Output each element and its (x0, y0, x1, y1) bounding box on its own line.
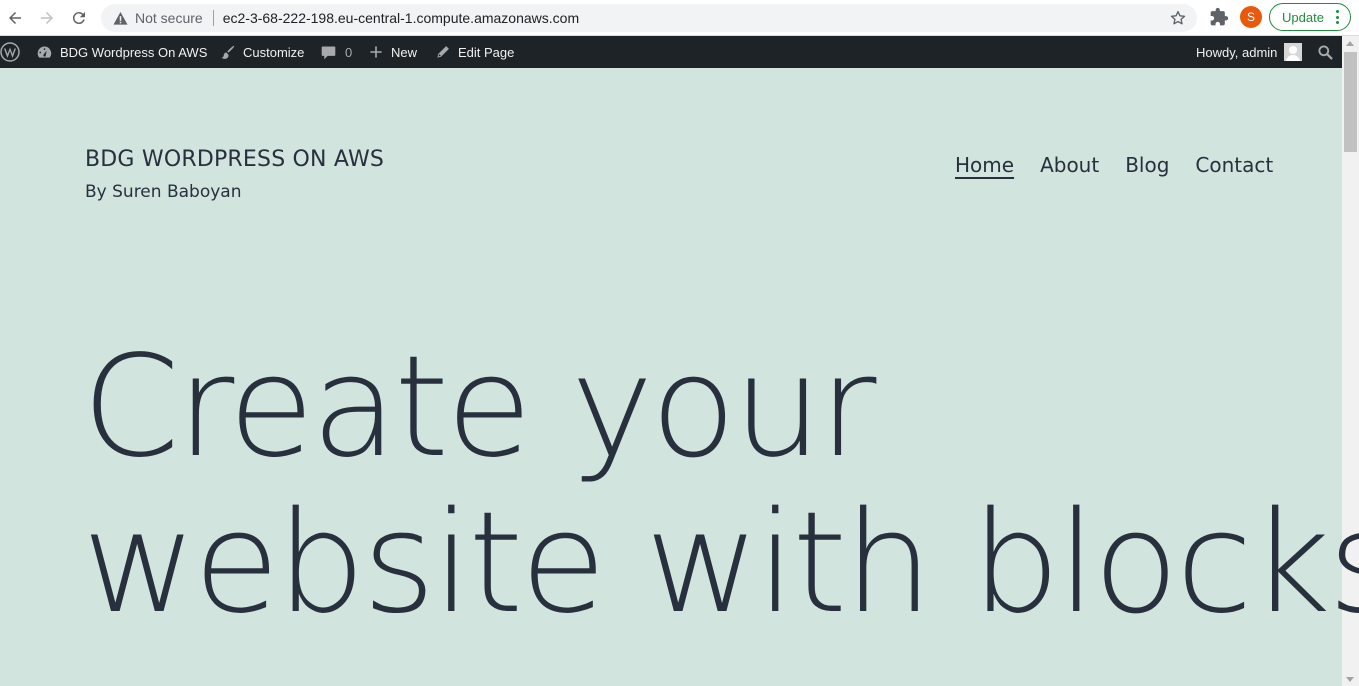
star-icon[interactable] (1169, 9, 1187, 27)
address-bar[interactable]: Not secure ec2-3-68-222-198.eu-central-1… (101, 4, 1197, 32)
comments-count: 0 (345, 44, 353, 60)
warning-icon[interactable] (112, 10, 128, 26)
user-avatar (1284, 43, 1303, 61)
site-description: By Suren Baboyan (85, 182, 242, 202)
customize-link[interactable]: Customize (219, 36, 304, 68)
site-title[interactable]: BDG WORDPRESS ON AWS (85, 147, 384, 172)
omnibox-divider (212, 10, 214, 26)
site-name-link[interactable]: BDG Wordpress On AWS (36, 36, 207, 68)
comment-bubble-icon (321, 46, 336, 59)
customize-label: Customize (243, 44, 305, 60)
update-button[interactable]: Update (1269, 3, 1351, 31)
plus-icon (370, 46, 382, 58)
scrollbar-thumb[interactable] (1344, 52, 1357, 152)
site-name-label: BDG Wordpress On AWS (60, 44, 208, 60)
reload-icon[interactable] (67, 6, 91, 30)
edit-page-link[interactable]: Edit Page (435, 36, 514, 68)
update-label: Update (1282, 9, 1324, 25)
hero-line-2: website with blocks (82, 482, 1359, 645)
security-label[interactable]: Not secure (135, 10, 203, 26)
wp-admin-bar: BDG Wordpress On AWS Customize 0 New Edi… (0, 36, 1359, 68)
wordpress-logo-icon[interactable] (0, 36, 20, 68)
menu-item-contact[interactable]: Contact (1195, 153, 1273, 177)
new-content-link[interactable]: New (368, 36, 417, 68)
forward-arrow-icon[interactable] (35, 6, 59, 30)
puzzle-icon[interactable] (1209, 7, 1229, 27)
paintbrush-icon (221, 45, 235, 59)
back-arrow-icon[interactable] (3, 6, 27, 30)
browser-toolbar: Not secure ec2-3-68-222-198.eu-central-1… (0, 0, 1359, 36)
hero-heading: Create your website with blocks (82, 326, 1359, 645)
menu-item-about[interactable]: About (1040, 153, 1099, 177)
scroll-up-arrow-icon[interactable] (1346, 41, 1354, 46)
comments-link[interactable]: 0 (320, 36, 352, 68)
pencil-icon (437, 46, 449, 58)
kebab-menu-icon[interactable] (1336, 10, 1340, 24)
account-menu[interactable]: Howdy, admin (1196, 36, 1303, 68)
primary-menu: Home About Blog Contact (955, 153, 1299, 177)
dashboard-icon (37, 46, 52, 58)
profile-avatar[interactable]: S (1240, 6, 1262, 28)
menu-item-blog[interactable]: Blog (1125, 153, 1169, 177)
howdy-label: Howdy, admin (1196, 44, 1278, 60)
hero-line-1: Create your (82, 326, 876, 489)
url-text[interactable]: ec2-3-68-222-198.eu-central-1.compute.am… (223, 10, 579, 26)
new-label: New (391, 44, 418, 60)
scroll-down-arrow-icon[interactable] (1346, 677, 1354, 682)
search-icon[interactable] (1317, 36, 1334, 68)
edit-page-label: Edit Page (458, 44, 515, 60)
menu-item-home[interactable]: Home (955, 153, 1014, 177)
